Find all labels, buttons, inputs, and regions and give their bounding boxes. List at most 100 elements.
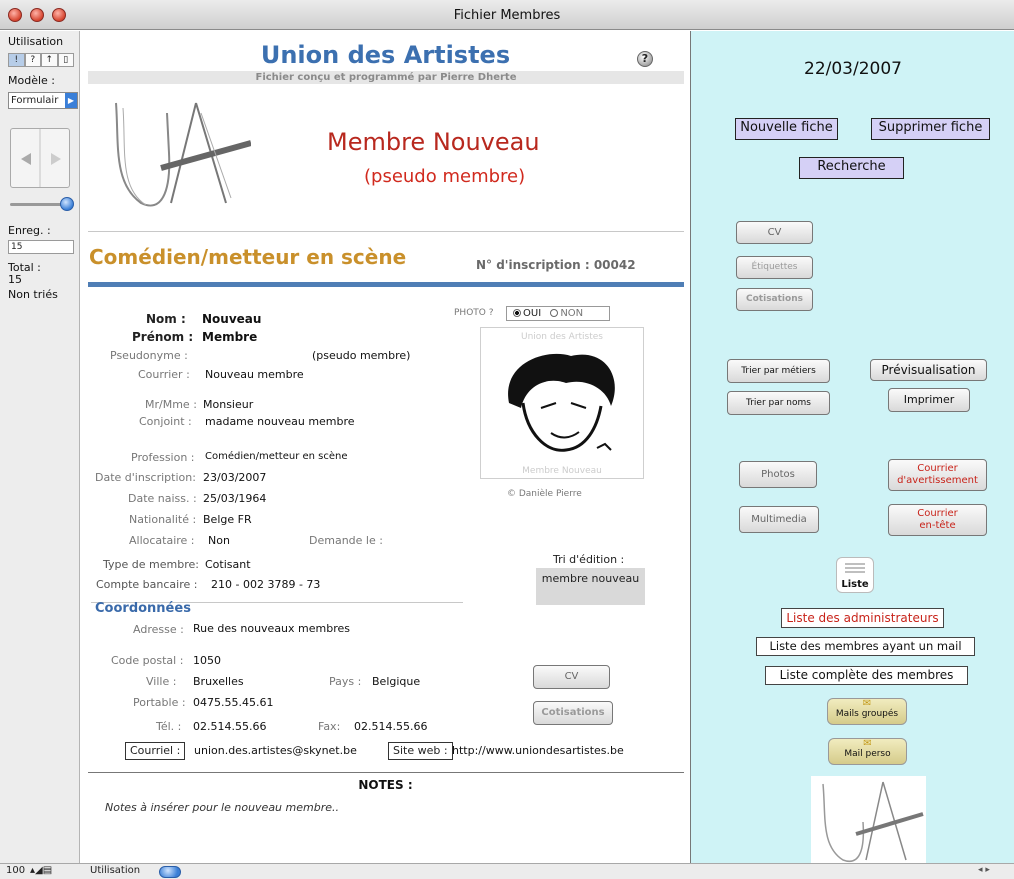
notes-heading: NOTES : <box>358 778 413 792</box>
tel-field[interactable]: 02.514.55.66 <box>193 720 266 733</box>
nationalite-field[interactable]: Belge FR <box>203 513 252 526</box>
find-tool-icon[interactable]: ? <box>24 53 41 67</box>
imprimer-button[interactable]: Imprimer <box>888 388 970 412</box>
mode-label: Utilisation <box>8 35 64 48</box>
tool-palette: ! ? ↑ ▯ <box>8 53 74 67</box>
radio-oui[interactable] <box>513 309 521 317</box>
tri-label: Tri d'édition : <box>553 553 625 566</box>
compte-field[interactable]: 210 - 002 3789 - 73 <box>211 578 320 591</box>
registration-value[interactable]: 00042 <box>594 258 636 272</box>
record-slider-knob[interactable] <box>60 197 74 211</box>
liste-button[interactable]: Liste <box>836 557 874 593</box>
courrier-avertissement-line1: Courrier <box>917 463 958 474</box>
liste-label: Liste <box>841 579 869 590</box>
photos-button[interactable]: Photos <box>739 461 817 488</box>
nom-label: Nom : <box>146 312 186 326</box>
compte-label: Compte bancaire : <box>96 578 198 591</box>
ville-field[interactable]: Bruxelles <box>193 675 244 688</box>
supprimer-fiche-button[interactable]: Supprimer fiche <box>871 118 990 140</box>
registration-label: N° d'inscription : <box>476 258 590 272</box>
pays-field[interactable]: Belgique <box>372 675 420 688</box>
liste-membres-mail-button[interactable]: Liste des membres ayant un mail <box>756 637 975 656</box>
record-label: Enreg. : <box>8 224 51 237</box>
mail-perso-label: Mail perso <box>844 749 891 759</box>
mrmme-field[interactable]: Monsieur <box>203 398 253 411</box>
panel-cotisations-button[interactable]: Cotisations <box>736 288 813 311</box>
trier-noms-button[interactable]: Trier par noms <box>727 391 830 415</box>
mails-groupes-button[interactable]: ✉ Mails groupés <box>827 698 907 725</box>
record-number-input[interactable]: 15 <box>8 240 74 254</box>
photo-label: PHOTO ? <box>454 308 494 318</box>
total-label: Total : <box>8 261 41 274</box>
pseudonyme-field[interactable]: (pseudo membre) <box>312 349 410 362</box>
notes-field[interactable]: Notes à insérer pour le nouveau membre.. <box>105 801 339 814</box>
panel-cv-button[interactable]: CV <box>736 221 813 244</box>
trier-metiers-button[interactable]: Trier par métiers <box>727 359 830 383</box>
zoom-controls-icon[interactable]: ▴◢▤ <box>30 865 52 876</box>
ua-logo-small <box>811 776 926 863</box>
courriel-field[interactable]: union.des.artistes@skynet.be <box>194 744 357 757</box>
tri-field[interactable]: membre nouveau <box>536 568 645 605</box>
cotisations-button[interactable]: Cotisations <box>533 701 613 725</box>
courrier-entete-button[interactable]: Courrier en-tête <box>888 504 987 536</box>
chevron-right-icon: ▶ <box>65 93 77 108</box>
photo-bottom-caption: Membre Nouveau <box>522 466 602 476</box>
courrier-field[interactable]: Nouveau membre <box>205 368 304 381</box>
demande-label: Demande le : <box>309 534 383 547</box>
window-title: Fichier Membres <box>453 8 561 23</box>
layout-select[interactable]: Formulair ▶ <box>8 92 78 109</box>
member-pseudo-display: (pseudo membre) <box>364 166 526 187</box>
courrier-avertissement-button[interactable]: Courrier d'avertissement <box>888 459 987 491</box>
prenom-field[interactable]: Membre <box>202 330 257 344</box>
list-lines-icon <box>845 563 865 573</box>
date-inscription-field[interactable]: 23/03/2007 <box>203 471 266 484</box>
browse-tool-icon[interactable]: ! <box>8 53 25 67</box>
mode-status[interactable]: Utilisation <box>90 865 140 876</box>
scroll-knob[interactable] <box>159 866 181 878</box>
liste-complete-button[interactable]: Liste complète des membres <box>765 666 968 685</box>
site-field[interactable]: http://www.uniondesartistes.be <box>452 744 624 757</box>
type-membre-field[interactable]: Cotisant <box>205 558 251 571</box>
record-book-icon[interactable] <box>10 128 70 188</box>
nom-field[interactable]: Nouveau <box>202 312 261 326</box>
coordonnees-heading: Coordonnées <box>95 601 191 616</box>
tel-label: Tél. : <box>156 720 182 733</box>
mrmme-label: Mr/Mme : <box>145 398 197 411</box>
preview-tool-icon[interactable]: ▯ <box>57 53 74 67</box>
courrier-label: Courrier : <box>138 368 190 381</box>
photo-radio-group: OUI NON <box>506 306 610 321</box>
help-icon[interactable]: ? <box>637 51 653 67</box>
radio-non[interactable] <box>550 309 559 317</box>
recherche-button[interactable]: Recherche <box>799 157 904 179</box>
ua-logo <box>115 102 251 207</box>
adresse-field[interactable]: Rue des nouveaux membres <box>193 622 350 635</box>
layout-tool-icon[interactable]: ↑ <box>41 53 58 67</box>
mail-perso-button[interactable]: ✉ Mail perso <box>828 738 907 765</box>
cv-button[interactable]: CV <box>533 665 610 689</box>
site-label: Site web : <box>388 742 453 760</box>
fax-field[interactable]: 02.514.55.66 <box>354 720 427 733</box>
nouvelle-fiche-button[interactable]: Nouvelle fiche <box>735 118 838 140</box>
date-naiss-label: Date naiss. : <box>128 492 197 505</box>
code-postal-field[interactable]: 1050 <box>193 654 221 667</box>
conjoint-field[interactable]: madame nouveau membre <box>205 415 355 428</box>
layout-select-value: Formulair <box>11 95 59 106</box>
scroll-arrows-icon[interactable]: ◂ ▸ <box>978 865 990 875</box>
photo-copyright: © Danièle Pierre <box>507 489 582 499</box>
portable-field[interactable]: 0475.55.45.61 <box>193 696 273 709</box>
section-divider <box>88 282 684 287</box>
etiquettes-button[interactable]: Étiquettes <box>736 256 813 279</box>
multimedia-button[interactable]: Multimedia <box>739 506 819 533</box>
profession-field[interactable]: Comédien/metteur en scène <box>205 451 348 462</box>
allocataire-field[interactable]: Non <box>208 534 230 547</box>
pays-label: Pays : <box>329 675 362 688</box>
member-photo[interactable]: Union des Artistes Membre Nouveau <box>480 327 644 479</box>
date-naiss-field[interactable]: 25/03/1964 <box>203 492 266 505</box>
liste-administrateurs-button[interactable]: Liste des administrateurs <box>781 608 944 628</box>
record-slider-track[interactable] <box>10 203 66 206</box>
previsualisation-button[interactable]: Prévisualisation <box>870 359 987 381</box>
zoom-level[interactable]: 100 <box>6 865 25 876</box>
ville-label: Ville : <box>146 675 177 688</box>
profession-label: Profession : <box>131 451 195 464</box>
prenom-label: Prénom : <box>132 330 194 344</box>
